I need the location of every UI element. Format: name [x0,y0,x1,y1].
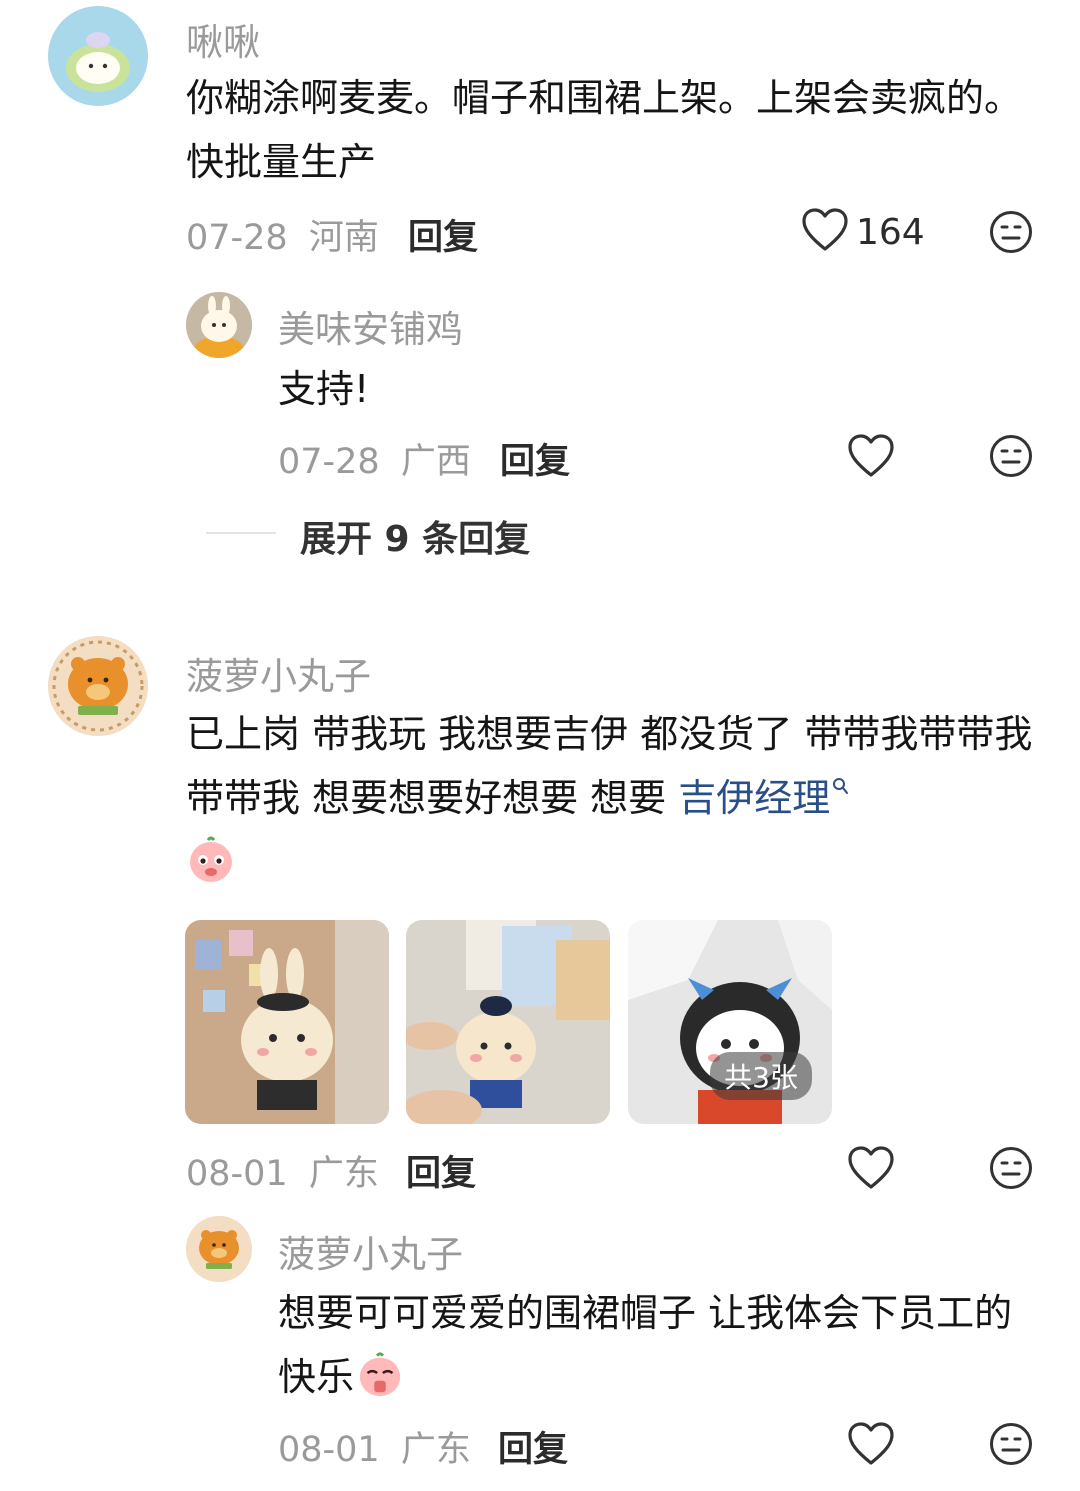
reply-username[interactable]: 美味安铺鸡 [278,299,463,353]
reply-username[interactable]: 菠萝小丸子 [278,1224,463,1278]
like-button[interactable]: 164 [802,208,925,256]
comment-location: 广东 [308,1154,379,1194]
comment-image-3[interactable]: 共3张 [628,920,832,1124]
dislike-button[interactable] [989,434,1033,478]
heart-outline-icon [848,434,894,482]
like-button[interactable] [848,1422,894,1470]
meh-face-icon [990,435,1032,477]
reply-text: 支持! [278,367,370,411]
like-button[interactable] [848,434,894,482]
reply-date-value: 07-28 [278,442,380,482]
comment-date-value: 08-01 [186,1154,288,1194]
praying-emoji-icon [359,1352,401,1397]
comment-location: 河南 [308,218,379,258]
meh-face-icon [990,211,1032,253]
search-icon [833,778,849,795]
comment-date: 07-28 河南 [186,209,379,260]
comment-image-1[interactable] [185,920,389,1124]
comment-date: 08-01 广东 [186,1145,379,1196]
comment-text-body: 已上岗 带我玩 我想要吉伊 都没货了 带带我带带我带带我 想要想要好想要 想要 [186,712,1033,820]
avatar[interactable] [48,636,148,736]
avatar[interactable] [186,1216,252,1282]
meh-face-icon [990,1423,1032,1465]
comment-date-value: 07-28 [186,218,288,258]
reply-button[interactable]: 回复 [408,209,478,260]
reply-button[interactable]: 回复 [406,1145,476,1196]
dislike-button[interactable] [989,210,1033,254]
image-count-badge: 共3张 [710,1052,812,1100]
comment-image-2[interactable] [406,920,610,1124]
reply-location: 广东 [400,1430,471,1470]
heart-outline-icon [848,1422,894,1470]
reply-button[interactable]: 回复 [498,1421,568,1472]
expand-divider [206,532,276,534]
reply-date: 07-28 广西 [278,433,471,484]
like-count: 164 [856,211,925,253]
like-button[interactable] [848,1146,894,1194]
reply-location: 广西 [400,442,471,482]
reply-text: 想要可可爱爱的围裙帽子 让我体会下员工的快乐 [278,1281,1038,1409]
dislike-button[interactable] [989,1146,1033,1190]
reply-date-value: 08-01 [278,1430,380,1470]
comment-text: 已上岗 带我玩 我想要吉伊 都没货了 带带我带带我带带我 想要想要好想要 想要 … [186,702,1036,830]
topic-link-text: 吉伊经理 [678,776,831,820]
avatar[interactable] [48,6,148,106]
comment-username[interactable]: 啾啾 [186,12,260,66]
reply-button[interactable]: 回复 [500,433,570,484]
topic-link[interactable]: 吉伊经理 [678,776,850,820]
heart-outline-icon [848,1146,894,1194]
reply-date: 08-01 广东 [278,1421,471,1472]
meh-face-icon [990,1147,1032,1189]
comment-text: 你糊涂啊麦麦。帽子和围裙上架。上架会卖疯的。快批量生产 [186,76,1023,184]
crying-emoji-icon [186,834,236,884]
comment-username[interactable]: 菠萝小丸子 [186,646,371,700]
expand-replies-button[interactable]: 展开 9 条回复 [300,510,530,562]
heart-outline-icon [802,208,848,256]
avatar[interactable] [186,292,252,358]
dislike-button[interactable] [989,1422,1033,1466]
